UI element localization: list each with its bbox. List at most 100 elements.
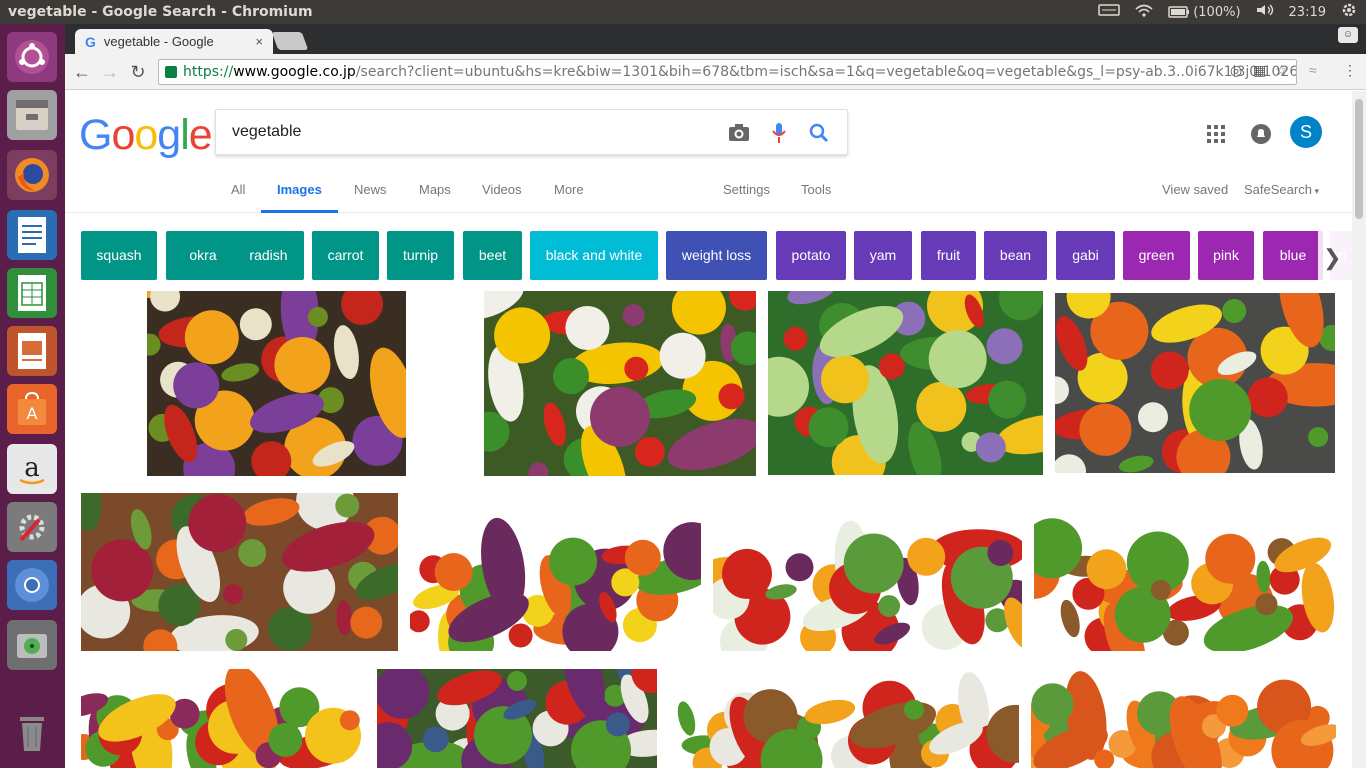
power-gear-icon[interactable] bbox=[1340, 1, 1358, 23]
chip-weight-loss[interactable]: weight loss bbox=[666, 231, 767, 280]
image-thumbnail bbox=[1031, 669, 1336, 768]
new-tab-button[interactable] bbox=[271, 32, 309, 50]
logo-letter: g bbox=[157, 111, 181, 159]
image-thumbnail bbox=[1034, 493, 1336, 651]
ubuntu-dash-icon[interactable] bbox=[7, 32, 57, 82]
chip-blue[interactable]: blue bbox=[1263, 231, 1323, 280]
logo-letter: G bbox=[79, 111, 112, 159]
chip-black-and-white[interactable]: black and white bbox=[530, 231, 658, 280]
battery-indicator[interactable]: (100%) bbox=[1168, 5, 1241, 20]
camera-icon[interactable] bbox=[728, 122, 750, 147]
chip-carrot[interactable]: carrot bbox=[312, 231, 379, 280]
image-thumbnail bbox=[713, 493, 1022, 651]
svg-text:a: a bbox=[24, 453, 40, 483]
search-results-page: Google vegetable S All Images News Maps … bbox=[65, 91, 1352, 768]
chip-gabi[interactable]: gabi bbox=[1056, 231, 1115, 280]
keyboard-icon[interactable] bbox=[1098, 3, 1120, 21]
firefox-icon[interactable] bbox=[7, 150, 57, 200]
image-thumbnail bbox=[768, 291, 1043, 475]
writer-icon[interactable] bbox=[7, 210, 57, 260]
chip-radish[interactable]: radish bbox=[233, 231, 304, 280]
battery-icon bbox=[1168, 6, 1190, 18]
url-scheme: https:// bbox=[183, 64, 234, 80]
chip-okra[interactable]: okra bbox=[166, 231, 240, 280]
safesearch-dropdown[interactable]: SafeSearch bbox=[1244, 179, 1319, 213]
calc-icon[interactable] bbox=[7, 268, 57, 318]
chip-green[interactable]: green bbox=[1123, 231, 1190, 280]
tab-videos[interactable]: Videos bbox=[482, 179, 522, 213]
browser-tab[interactable]: G vegetable - Google × bbox=[75, 29, 273, 54]
microphone-icon[interactable] bbox=[772, 122, 786, 149]
google-logo[interactable]: Google bbox=[79, 111, 213, 160]
chips-next-button[interactable]: ❯ bbox=[1318, 231, 1352, 281]
tab-settings[interactable]: Settings bbox=[723, 179, 770, 213]
trash-icon[interactable] bbox=[7, 708, 57, 758]
image-result-vegetables-cauliflower-top[interactable] bbox=[81, 493, 398, 651]
chip-bean[interactable]: bean bbox=[984, 231, 1047, 280]
apps-grid-icon[interactable] bbox=[1207, 125, 1225, 146]
chip-yam[interactable]: yam bbox=[854, 231, 912, 280]
image-result-vegetables-market-crates[interactable] bbox=[377, 669, 657, 768]
search-icon[interactable] bbox=[808, 122, 830, 149]
view-saved-link[interactable]: View saved bbox=[1162, 179, 1228, 213]
volume-icon[interactable] bbox=[1255, 3, 1275, 21]
wifi-icon[interactable] bbox=[1134, 3, 1154, 21]
tab-tools[interactable]: Tools bbox=[801, 179, 831, 213]
profile-icon[interactable]: ☺ bbox=[1338, 27, 1358, 43]
chip-pink[interactable]: pink bbox=[1198, 231, 1254, 280]
location-target-icon[interactable]: ◎ bbox=[1230, 62, 1242, 79]
bookmark-star-icon[interactable]: ☆ bbox=[1275, 62, 1288, 79]
image-result-vegetables-row-white[interactable] bbox=[713, 493, 1022, 651]
chip-squash[interactable]: squash bbox=[81, 231, 157, 280]
impress-icon[interactable] bbox=[7, 326, 57, 376]
image-result-vegetables-dark-wood-squash[interactable] bbox=[147, 291, 406, 476]
logo-letter: l bbox=[180, 111, 190, 159]
page-scrollbar[interactable] bbox=[1352, 91, 1366, 768]
secure-lock-icon bbox=[165, 66, 177, 78]
search-type-tabs: All Images News Maps Videos More Setting… bbox=[65, 179, 1352, 213]
image-thumbnail bbox=[484, 291, 756, 476]
system-top-panel: vegetable - Google Search - Chromium (10… bbox=[0, 0, 1366, 24]
back-arrow-icon[interactable]: ← bbox=[71, 61, 93, 83]
logo-letter: o bbox=[134, 111, 158, 159]
software-center-icon[interactable]: A bbox=[7, 384, 57, 434]
scrollbar-thumb[interactable] bbox=[1355, 99, 1363, 219]
tab-more[interactable]: More bbox=[554, 179, 584, 213]
chromium-icon[interactable] bbox=[7, 560, 57, 610]
address-bar[interactable]: https:// www.google.co.jp /search?client… bbox=[158, 59, 1297, 85]
chip-potato[interactable]: potato bbox=[776, 231, 846, 280]
forward-arrow-icon[interactable]: → bbox=[99, 61, 121, 83]
tab-images[interactable]: Images bbox=[261, 179, 338, 213]
image-result-vegetables-pile-white[interactable] bbox=[410, 493, 701, 651]
tab-news[interactable]: News bbox=[354, 179, 387, 213]
clock[interactable]: 23:19 bbox=[1289, 5, 1326, 20]
account-avatar[interactable]: S bbox=[1290, 116, 1322, 148]
image-result-vegetables-broccoli-pile[interactable] bbox=[81, 669, 361, 768]
notifications-bell-icon[interactable] bbox=[1250, 123, 1272, 148]
search-input[interactable]: vegetable bbox=[215, 109, 848, 155]
tab-title: vegetable - Google bbox=[103, 34, 214, 49]
image-result-vegetables-on-wood-table[interactable] bbox=[1055, 293, 1335, 473]
chip-fruit[interactable]: fruit bbox=[921, 231, 976, 280]
disk-icon[interactable] bbox=[7, 620, 57, 670]
reload-icon[interactable]: ↻ bbox=[127, 61, 149, 83]
amazon-icon[interactable]: a bbox=[7, 444, 57, 494]
tab-close-icon[interactable]: × bbox=[255, 34, 263, 49]
menu-icon[interactable]: ⋮ bbox=[1343, 62, 1357, 79]
image-result-carrots-bunch[interactable] bbox=[1031, 669, 1336, 768]
image-result-vegetables-colorful-rows[interactable] bbox=[484, 291, 756, 476]
image-result-vegetables-market-beans[interactable] bbox=[768, 291, 1043, 475]
chip-beet[interactable]: beet bbox=[463, 231, 522, 280]
unity-launcher: A a bbox=[0, 24, 65, 768]
chip-turnip[interactable]: turnip bbox=[387, 231, 454, 280]
tab-maps[interactable]: Maps bbox=[419, 179, 451, 213]
settings-icon[interactable] bbox=[7, 502, 57, 552]
image-result-vegetables-basket[interactable] bbox=[1034, 493, 1336, 651]
translate-icon[interactable]: ▦ bbox=[1253, 62, 1266, 79]
image-thumbnail bbox=[81, 493, 398, 651]
tab-all[interactable]: All bbox=[231, 179, 245, 213]
google-favicon-icon: G bbox=[85, 33, 96, 50]
files-icon[interactable] bbox=[7, 90, 57, 140]
image-result-vegetables-heap-white[interactable] bbox=[669, 669, 1019, 768]
extension-icon[interactable]: ≈ bbox=[1309, 62, 1317, 78]
